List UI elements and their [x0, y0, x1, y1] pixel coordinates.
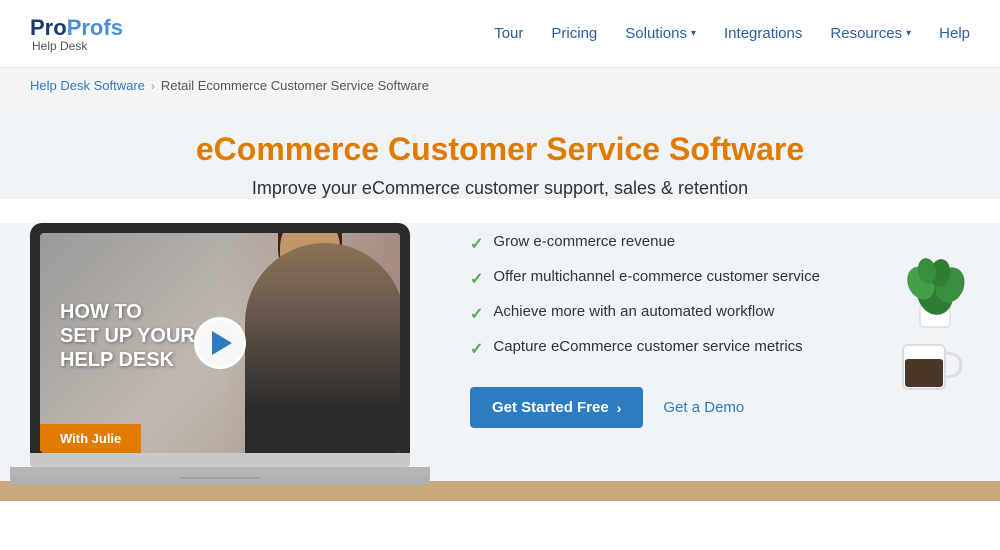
logo-profs: Profs	[67, 15, 123, 41]
breadcrumb-parent[interactable]: Help Desk Software	[30, 78, 145, 93]
main-nav: Tour Pricing Solutions ▾ Integrations Re…	[494, 25, 970, 42]
laptop-screen: HOW TO SET UP YOUR HELP DESK With Julie	[40, 233, 400, 453]
get-started-button[interactable]: Get Started Free ›	[470, 387, 643, 428]
check-icon-1: ✓	[470, 234, 483, 254]
video-play-button[interactable]	[194, 317, 246, 369]
breadcrumb: Help Desk Software › Retail Ecommerce Cu…	[0, 68, 1000, 103]
video-section: HOW TO SET UP YOUR HELP DESK With Julie	[30, 223, 430, 485]
logo-subtitle: Help Desk	[30, 39, 123, 53]
breadcrumb-current: Retail Ecommerce Customer Service Softwa…	[161, 78, 429, 93]
nav-integrations[interactable]: Integrations	[724, 25, 802, 42]
resources-caret: ▾	[906, 28, 911, 39]
get-demo-link[interactable]: Get a Demo	[663, 399, 744, 416]
cta-row: Get Started Free › Get a Demo	[470, 387, 850, 428]
laptop-outer: HOW TO SET UP YOUR HELP DESK With Julie	[30, 223, 410, 453]
feature-text-4: Capture eCommerce customer service metri…	[493, 338, 802, 355]
video-line2: SET UP YOUR	[60, 324, 195, 348]
header: ProProfs Help Desk Tour Pricing Solution…	[0, 0, 1000, 68]
get-started-label: Get Started Free	[492, 399, 609, 416]
coffee-area	[895, 337, 965, 402]
plant-svg	[895, 243, 975, 333]
breadcrumb-separator: ›	[151, 79, 155, 93]
feature-item-1: ✓ Grow e-commerce revenue	[470, 233, 850, 254]
person-body	[245, 243, 400, 453]
hero-section: eCommerce Customer Service Software Impr…	[0, 103, 1000, 199]
feature-text-2: Offer multichannel e-commerce customer s…	[493, 268, 820, 285]
feature-item-3: ✓ Achieve more with an automated workflo…	[470, 303, 850, 324]
logo: ProProfs Help Desk	[30, 15, 123, 53]
video-text: HOW TO SET UP YOUR HELP DESK	[60, 300, 195, 372]
nav-pricing[interactable]: Pricing	[551, 25, 597, 42]
check-icon-2: ✓	[470, 269, 483, 289]
video-person	[220, 233, 400, 453]
solutions-caret: ▾	[691, 28, 696, 39]
with-julie-badge: With Julie	[40, 424, 141, 453]
feature-list: ✓ Grow e-commerce revenue ✓ Offer multic…	[470, 233, 850, 359]
plant-decor	[895, 243, 965, 333]
video-line3: HELP DESK	[60, 348, 195, 372]
hero-title: eCommerce Customer Service Software	[30, 131, 970, 168]
feature-text-1: Grow e-commerce revenue	[493, 233, 675, 250]
nav-resources[interactable]: Resources ▾	[830, 25, 911, 42]
check-icon-3: ✓	[470, 304, 483, 324]
nav-tour[interactable]: Tour	[494, 25, 523, 42]
nav-solutions[interactable]: Solutions ▾	[625, 25, 696, 42]
feature-item-2: ✓ Offer multichannel e-commerce customer…	[470, 268, 850, 289]
logo-pro: Pro	[30, 15, 67, 41]
feature-item-4: ✓ Capture eCommerce customer service met…	[470, 338, 850, 359]
laptop-base	[30, 453, 410, 467]
video-line1: HOW TO	[60, 300, 195, 324]
nav-help[interactable]: Help	[939, 25, 970, 42]
hero-subtitle: Improve your eCommerce customer support,…	[30, 178, 970, 199]
get-started-arrow: ›	[617, 400, 622, 416]
coffee-mug-svg	[895, 337, 965, 397]
right-content: ✓ Grow e-commerce revenue ✓ Offer multic…	[470, 223, 850, 428]
decor-right	[890, 223, 970, 402]
check-icon-4: ✓	[470, 339, 483, 359]
content-area: HOW TO SET UP YOUR HELP DESK With Julie	[0, 223, 1000, 485]
feature-text-3: Achieve more with an automated workflow	[493, 303, 774, 320]
